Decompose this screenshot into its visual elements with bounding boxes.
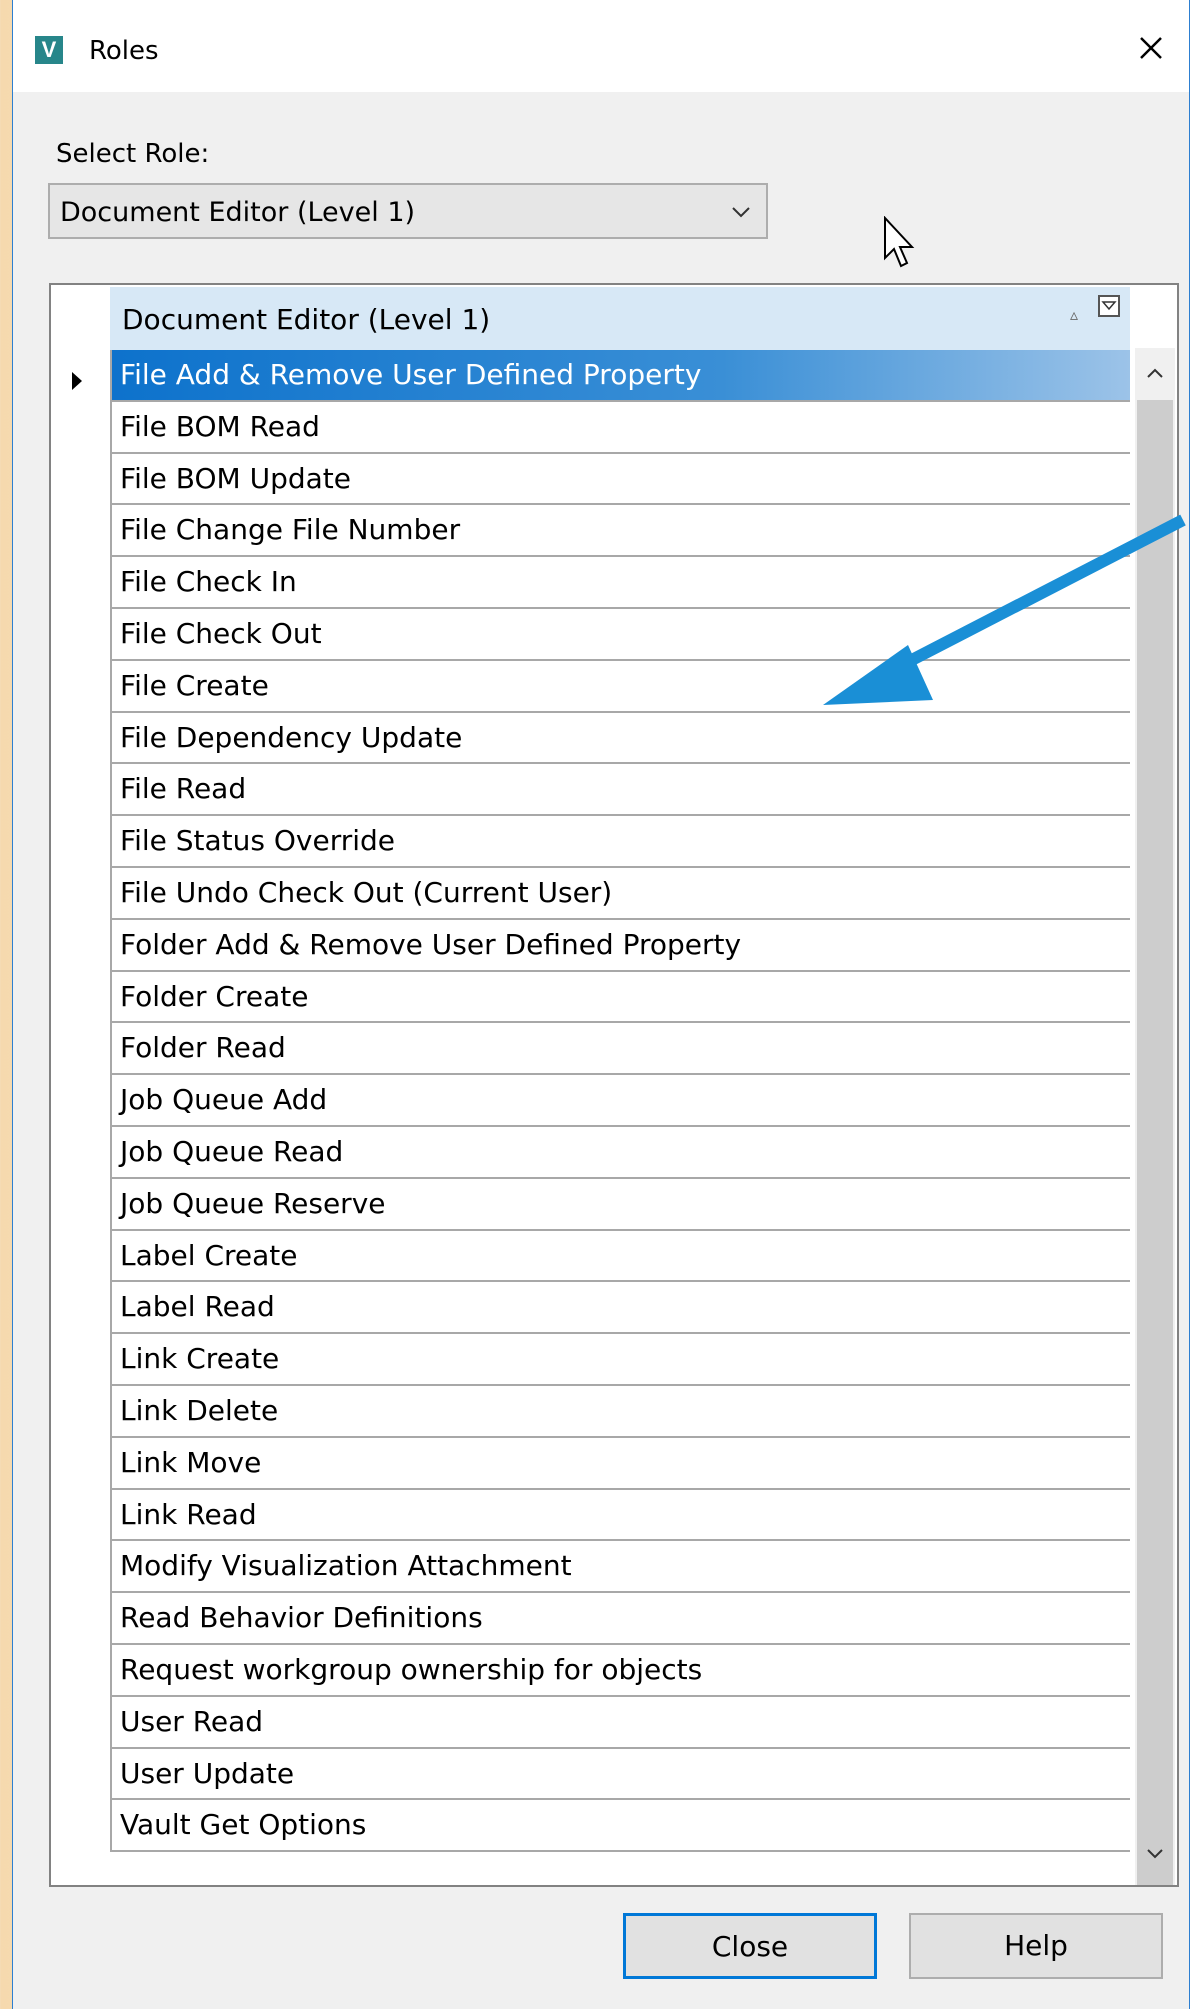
help-button-label: Help — [1004, 1929, 1068, 1962]
permission-row[interactable]: Folder Add & Remove User Defined Propert… — [110, 919, 1130, 972]
permission-row[interactable]: File Read — [110, 764, 1130, 817]
annotation-arrow-icon — [823, 514, 1186, 705]
help-button[interactable]: Help — [909, 1913, 1163, 1979]
grid-column-header[interactable]: Document Editor (Level 1) ▵ — [110, 287, 1130, 350]
permission-row[interactable]: Link Delete — [110, 1385, 1130, 1438]
permission-label: User Update — [120, 1756, 295, 1790]
scroll-up-arrow-icon[interactable] — [1143, 362, 1167, 386]
permission-row[interactable]: Link Move — [110, 1437, 1130, 1490]
permission-row[interactable]: Modify Visualization Attachment — [110, 1541, 1130, 1594]
role-select-value: Document Editor (Level 1) — [60, 197, 416, 228]
permission-label: File Create — [120, 668, 269, 702]
permission-label: User Read — [120, 1704, 264, 1738]
permission-row[interactable]: File Undo Check Out (Current User) — [110, 867, 1130, 920]
close-button[interactable]: Close — [623, 1913, 877, 1979]
permission-row[interactable]: Vault Get Options — [110, 1800, 1130, 1853]
permission-row[interactable]: Folder Read — [110, 1023, 1130, 1076]
permission-label: Job Queue Read — [120, 1134, 344, 1168]
app-logo-icon: V — [35, 36, 63, 64]
sort-icon: ▵ — [1069, 305, 1078, 324]
permission-label: File Status Override — [120, 824, 396, 858]
permission-row[interactable]: Link Read — [110, 1489, 1130, 1542]
filter-icon[interactable] — [1098, 295, 1120, 317]
permission-label: Link Read — [120, 1497, 257, 1531]
window-title: Roles — [89, 36, 159, 66]
permission-row[interactable]: User Read — [110, 1696, 1130, 1749]
permission-row[interactable]: Job Queue Reserve — [110, 1178, 1130, 1231]
roles-dialog: V Roles Select Role: Document Editor (Le… — [12, 0, 1190, 2009]
permission-label: File Dependency Update — [120, 720, 463, 754]
permission-row[interactable]: File Status Override — [110, 816, 1130, 868]
permission-row[interactable]: File BOM Update — [110, 453, 1130, 506]
permission-row[interactable]: File BOM Read — [110, 401, 1130, 454]
permission-label: File Check In — [120, 565, 297, 599]
permission-label: Vault Get Options — [120, 1808, 367, 1842]
permission-row[interactable]: User Update — [110, 1748, 1130, 1801]
permission-row[interactable]: File Add & Remove User Defined Property — [110, 350, 1130, 402]
permission-label: Job Queue Add — [120, 1083, 328, 1117]
current-row-indicator-icon — [72, 372, 82, 390]
permission-row[interactable]: Job Queue Add — [110, 1075, 1130, 1127]
role-select-dropdown[interactable]: Document Editor (Level 1) — [48, 183, 768, 239]
permission-label: Link Delete — [120, 1393, 279, 1427]
permission-label: Label Read — [120, 1290, 275, 1324]
permission-row[interactable]: Label Read — [110, 1282, 1130, 1335]
permission-label: File Add & Remove User Defined Property — [120, 358, 702, 391]
permission-label: File BOM Read — [120, 409, 320, 443]
scroll-down-arrow-icon[interactable] — [1143, 1841, 1167, 1865]
title-bar: V Roles — [13, 0, 1189, 92]
close-window-icon[interactable] — [1127, 24, 1175, 72]
permission-label: Job Queue Reserve — [120, 1186, 386, 1220]
permission-label: Folder Create — [120, 979, 309, 1013]
permission-label: Link Move — [120, 1445, 262, 1479]
permission-label: File Undo Check Out (Current User) — [120, 875, 613, 909]
permission-label: File Check Out — [120, 616, 322, 650]
permission-label: Folder Add & Remove User Defined Propert… — [120, 927, 742, 961]
permission-row[interactable]: Label Create — [110, 1230, 1130, 1283]
permission-row[interactable]: Link Create — [110, 1334, 1130, 1386]
mouse-cursor-icon — [884, 216, 915, 268]
permission-label: Read Behavior Definitions — [120, 1601, 483, 1635]
select-role-label: Select Role: — [56, 139, 210, 169]
permission-label: Link Create — [120, 1342, 280, 1376]
permission-label: Folder Read — [120, 1031, 286, 1065]
permission-label: Modify Visualization Attachment — [120, 1549, 572, 1583]
permission-label: File BOM Update — [120, 461, 351, 495]
permission-row[interactable]: Job Queue Read — [110, 1126, 1130, 1179]
chevron-down-icon — [732, 207, 750, 218]
column-header-label: Document Editor (Level 1) — [122, 303, 491, 336]
permission-row[interactable]: Folder Create — [110, 971, 1130, 1024]
permission-row[interactable]: Read Behavior Definitions — [110, 1593, 1130, 1645]
permission-label: File Change File Number — [120, 513, 461, 547]
permission-label: File Read — [120, 772, 247, 806]
permission-label: Label Create — [120, 1238, 298, 1272]
close-button-label: Close — [711, 1930, 789, 1963]
permission-label: Request workgroup ownership for objects — [120, 1652, 703, 1686]
permission-row[interactable]: Request workgroup ownership for objects — [110, 1644, 1130, 1697]
permission-row[interactable]: File Dependency Update — [110, 712, 1130, 765]
